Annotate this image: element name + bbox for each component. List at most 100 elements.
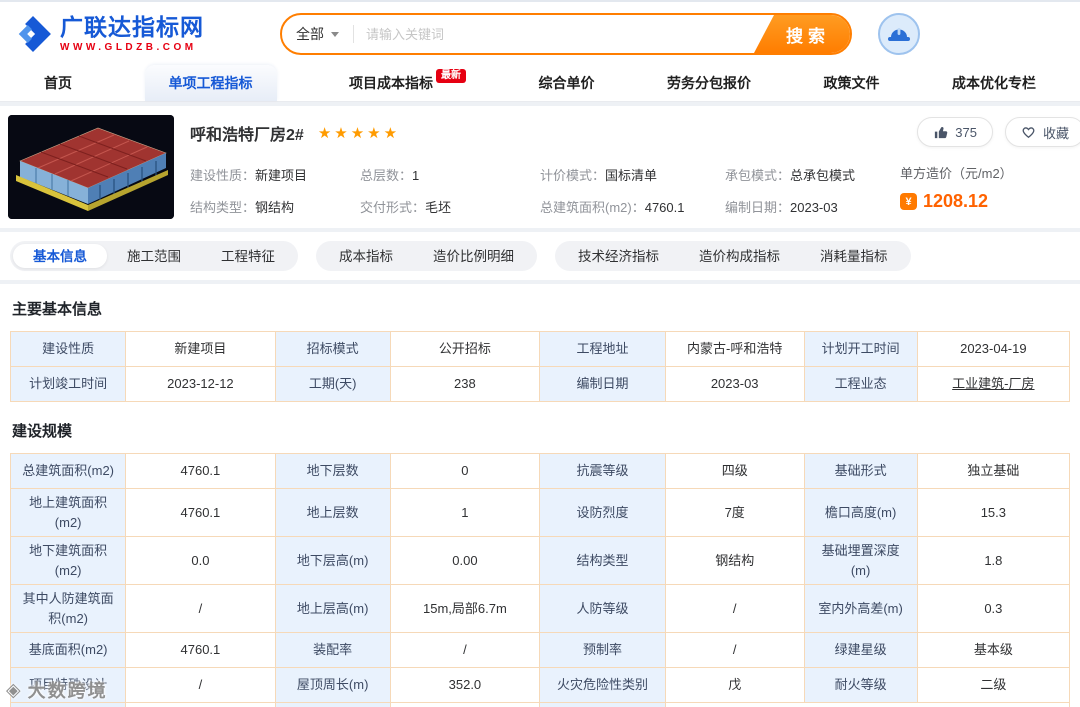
field-label: 计划开工时间 <box>804 332 918 366</box>
info-value: 1 <box>412 168 420 183</box>
field-value: 7度 <box>665 489 805 536</box>
field-value: 新建项目 <box>126 332 276 366</box>
search-category-select[interactable]: 全部 <box>282 24 353 44</box>
table-row: 基底面积(m2) 4760.1 装配率 / 预制率 / 绿建星级 基本级 <box>11 633 1069 668</box>
field-label: 地下层数 <box>275 454 391 488</box>
field-label: 地下建筑面积(m2) <box>11 537 127 584</box>
info-value: 总承包模式 <box>790 168 856 183</box>
info-label: 交付形式： <box>360 200 426 215</box>
field-value: / <box>126 703 276 707</box>
project-thumbnail[interactable] <box>8 115 174 219</box>
tab[interactable]: 工程特征 <box>201 244 295 268</box>
field-label: 地上层高(m) <box>275 585 391 632</box>
field-label: 基础埋置深度(m) <box>804 537 918 584</box>
nav-item[interactable]: 成本优化专栏 <box>952 65 1036 101</box>
project-info-grid: 建设性质：新建项目 总层数：1 计价模式：国标清单 承包模式：总承包模式 结构类型：钢结… <box>190 165 900 216</box>
field-value: 内蒙古-呼和浩特 <box>665 332 805 366</box>
project-info-item: 结构类型：钢结构 <box>190 197 360 216</box>
field-value: 15m,局部6.7m <box>390 585 540 632</box>
favorite-button[interactable]: 收藏 <box>1004 117 1080 147</box>
field-value: 4760.1 <box>126 454 276 488</box>
info-label: 计价模式： <box>540 168 606 183</box>
field-label: 地下层高(m) <box>275 537 391 584</box>
field-value: 144.0 <box>390 703 540 707</box>
tab[interactable]: 造价比例明细 <box>413 244 534 268</box>
search-category-value: 全部 <box>296 26 324 42</box>
field-label: 室内外高差(m) <box>804 585 918 632</box>
field-label: 工期(天) <box>275 367 391 401</box>
nav-item[interactable]: 单项工程指标 <box>144 65 277 101</box>
field-label: 项目特殊设计 <box>11 668 127 702</box>
currency-icon: ¥ <box>900 193 917 210</box>
project-side-panel: 375 收藏 单方造价（元/m2） ¥ 1208.12 <box>900 115 1080 219</box>
field-label: 计划竣工时间 <box>11 367 127 401</box>
tab[interactable]: 消耗量指标 <box>800 244 908 268</box>
info-label: 承包模式： <box>725 168 791 183</box>
field-label: 抗震等级 <box>540 454 666 488</box>
nav-item-label: 首页 <box>44 75 72 91</box>
field-label: 火灾危险性类别 <box>540 668 666 702</box>
table-row: 计划竣工时间 2023-12-12 工期(天) 238 编制日期 2023-03 工程业态工… <box>11 367 1069 401</box>
tab[interactable]: 成本指标 <box>319 244 413 268</box>
field-label: 基底面积(m2) <box>11 633 127 667</box>
table-row: 地上建筑面积(m2) 4760.1 地上层数 1 设防烈度 7度 檐口高度(m) 15.3 <box>11 489 1069 537</box>
tab[interactable]: 基本信息 <box>13 244 107 268</box>
nav-item[interactable]: 政策文件 <box>824 65 880 101</box>
field-label: 设防烈度 <box>540 489 666 536</box>
field-value: 352.0 <box>390 668 540 702</box>
info-value: 4760.1 <box>644 200 685 215</box>
project-info-item: 总层数：1 <box>360 165 540 184</box>
unit-price-label: 单方造价（元/m2） <box>900 166 1013 181</box>
field-value[interactable]: 工业建筑-厂房 <box>917 367 1069 401</box>
nav-item-label: 政策文件 <box>823 75 880 91</box>
tabs-row: 基本信息 施工范围 工程特征 成本指标 造价比例明细 技术经济指标 造价构成指标 消耗量指标 <box>0 232 1080 280</box>
field-value: 0.00 <box>390 537 540 584</box>
nav-item[interactable]: 项目成本指标 最新 <box>349 65 466 101</box>
logo-icon <box>18 16 51 52</box>
info-label: 结构类型： <box>190 200 256 215</box>
site-logo[interactable]: 广联达指标网 WWW.GLDZB.COM <box>14 14 252 53</box>
like-button[interactable]: 375 <box>917 117 993 147</box>
table-row: 其中人防建筑面积(m2) / 地上层高(m) 15m,局部6.7m 人防等级 / 室内外高差… <box>11 585 1069 633</box>
tab[interactable]: 技术经济指标 <box>558 244 679 268</box>
nav-item[interactable]: 首页 <box>44 65 72 101</box>
info-value: 毛坯 <box>425 200 452 215</box>
tab[interactable]: 造价构成指标 <box>679 244 800 268</box>
nav-item[interactable]: 劳务分包报价 <box>667 65 751 101</box>
like-count: 375 <box>955 124 977 140</box>
field-value: 32.0 <box>665 703 1069 707</box>
search-button[interactable]: 搜索 <box>754 15 850 53</box>
info-value: 2023-03 <box>790 200 838 215</box>
field-label: 预制率 <box>540 633 666 667</box>
section-title-basic-info: 主要基本信息 <box>12 301 103 318</box>
nav-item-label: 劳务分包报价 <box>667 75 751 91</box>
search-bar: 全部 搜索 <box>280 13 852 55</box>
field-value: 钢结构 <box>665 537 805 584</box>
search-input[interactable] <box>354 26 752 42</box>
star-rating: ★★★★★ <box>317 125 401 142</box>
table-row: 项目特殊设计 / 屋顶周长(m) 352.0 火灾危险性类别戊耐火等级 二级 <box>11 668 1069 703</box>
nav-item-label: 综合单价 <box>538 75 595 91</box>
field-value: 238 <box>390 367 540 401</box>
page: 广联达指标网 WWW.GLDZB.COM 全部 搜索 首页 单项工程指标 项目成本指… <box>0 0 1080 707</box>
nav-item[interactable]: 综合单价 <box>539 65 595 101</box>
info-value: 新建项目 <box>255 168 308 183</box>
tab-group: 技术经济指标 造价构成指标 消耗量指标 <box>555 241 911 271</box>
field-value: / <box>126 668 276 702</box>
field-value: 0.3 <box>917 585 1069 632</box>
detail-content: 主要基本信息 建设性质 新建项目 招标模式 公开招标 工程地址 内蒙古-呼和浩特 计划开工时… <box>0 284 1080 707</box>
chevron-down-icon <box>331 31 339 37</box>
project-info-item: 交付形式：毛坯 <box>360 197 540 216</box>
field-label: 人防等级 <box>540 585 666 632</box>
nav-item-label: 单项工程指标 <box>168 75 253 91</box>
tab[interactable]: 施工范围 <box>107 244 201 268</box>
table-row: 总建筑面积(m2) 4760.1 地下层数 0 抗震等级 四级 基础形式 独立基础 <box>11 454 1069 489</box>
project-info-item: 编制日期：2023-03 <box>725 197 900 216</box>
field-value: 0 <box>390 454 540 488</box>
field-value: 公开招标 <box>390 332 540 366</box>
unit-price-value: 1208.12 <box>923 191 989 211</box>
user-avatar[interactable] <box>878 13 920 55</box>
nav-item-label: 成本优化专栏 <box>952 75 1036 91</box>
construction-scale-table: 总建筑面积(m2) 4760.1 地下层数 0 抗震等级 四级 基础形式 独立基础 地上建筑面积… <box>10 453 1070 707</box>
field-label: 长度(m) <box>275 703 391 707</box>
